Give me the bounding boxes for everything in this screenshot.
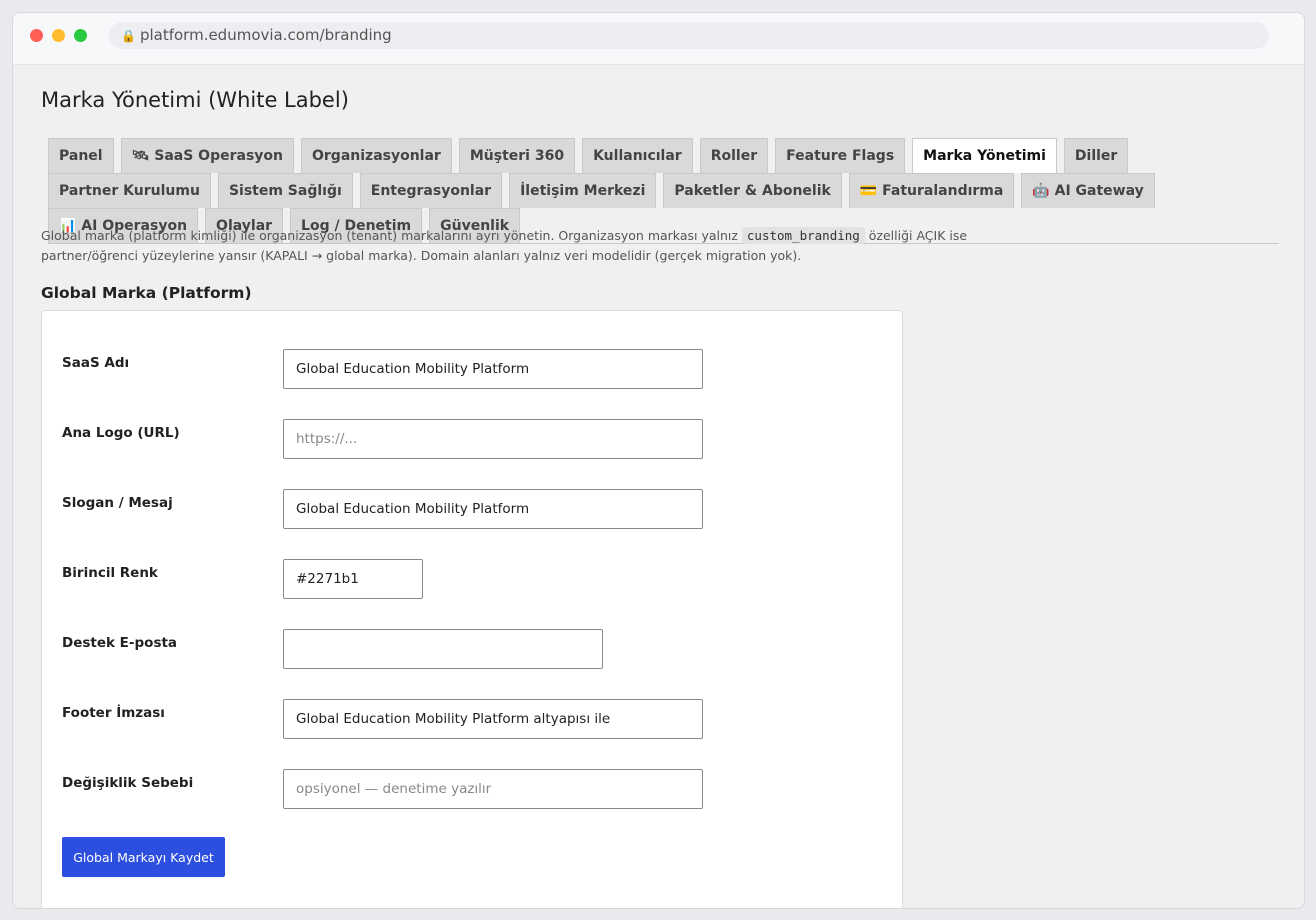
tab-müşteri-360[interactable]: Müşteri 360: [458, 138, 576, 173]
description-text-1: Global marka (platform kimliği) ile orga…: [41, 228, 742, 243]
browser-window: 🔒 platform.edumovia.com/branding Marka Yö…: [12, 12, 1305, 909]
change-reason-label: Değişiklik Sebebi: [62, 775, 194, 791]
saas-name-input[interactable]: [283, 349, 703, 389]
page-title: Marka Yönetimi (White Label): [41, 88, 349, 112]
tab-sistem-sağlığı[interactable]: Sistem Sağlığı: [217, 173, 353, 208]
close-window-button[interactable]: [30, 29, 43, 42]
form-row-primary-color: Birincil Renk: [62, 559, 882, 599]
change-reason-input[interactable]: [283, 769, 703, 809]
form-row-footer-signature: Footer İmzası: [62, 699, 882, 739]
tab-feature-flags[interactable]: Feature Flags: [775, 138, 906, 173]
logo-url-input[interactable]: [283, 419, 703, 459]
address-bar[interactable]: 🔒 platform.edumovia.com/branding: [109, 22, 1269, 49]
tab-paketler-abonelik[interactable]: Paketler & Abonelik: [663, 173, 842, 208]
footer-signature-label: Footer İmzası: [62, 705, 165, 721]
tab-marka-yönetimi[interactable]: Marka Yönetimi: [912, 138, 1057, 173]
tab-partner-kurulumu[interactable]: Partner Kurulumu: [48, 173, 211, 208]
form-row-slogan: Slogan / Mesaj: [62, 489, 882, 529]
primary-color-label: Birincil Renk: [62, 565, 158, 581]
maximize-window-button[interactable]: [74, 29, 87, 42]
minimize-window-button[interactable]: [52, 29, 65, 42]
support-email-label: Destek E-posta: [62, 635, 178, 651]
url-text: platform.edumovia.com/branding: [139, 26, 392, 44]
tab-kullanıcılar[interactable]: Kullanıcılar: [582, 138, 693, 173]
form-row-change-reason: Değişiklik Sebebi: [62, 769, 882, 809]
tab-panel[interactable]: Panel: [48, 138, 114, 173]
form-row-saas-name: SaaS Adı: [62, 349, 882, 389]
tab-roller[interactable]: Roller: [699, 138, 769, 173]
footer-signature-input[interactable]: [283, 699, 703, 739]
global-brand-form: SaaS Adı Ana Logo (URL) Slogan / Mesaj B…: [41, 310, 903, 908]
saas-name-label: SaaS Adı: [62, 355, 130, 371]
save-global-brand-button[interactable]: Global Markayı Kaydet: [62, 837, 225, 877]
primary-color-input[interactable]: [283, 559, 423, 599]
logo-url-label: Ana Logo (URL): [62, 425, 180, 441]
tab-saas-operasyon[interactable]: 🛰 SaaS Operasyon: [120, 138, 294, 173]
support-email-input[interactable]: [283, 629, 603, 669]
page-content: Marka Yönetimi (White Label) Panel 🛰 SaaS…: [15, 66, 1301, 908]
section-title: Global Marka (Platform): [41, 284, 252, 302]
slogan-input[interactable]: [283, 489, 703, 529]
tab-organizasyonlar[interactable]: Organizasyonlar: [301, 138, 452, 173]
browser-titlebar: 🔒 platform.edumovia.com/branding: [13, 13, 1304, 65]
tab-i-letişim-merkezi[interactable]: İletişim Merkezi: [509, 173, 657, 208]
tab-entegrasyonlar[interactable]: Entegrasyonlar: [359, 173, 503, 208]
tab-faturalandırma[interactable]: 💳 Faturalandırma: [848, 173, 1015, 208]
branding-description: Global marka (platform kimliği) ile orga…: [41, 226, 1011, 266]
feature-code: custom_branding: [741, 227, 865, 244]
form-row-support-email: Destek E-posta: [62, 629, 882, 669]
lock-icon: 🔒: [121, 29, 136, 43]
slogan-label: Slogan / Mesaj: [62, 495, 173, 511]
tab-diller[interactable]: Diller: [1063, 138, 1129, 173]
tab-ai-gateway[interactable]: 🤖 AI Gateway: [1021, 173, 1155, 208]
form-row-logo: Ana Logo (URL): [62, 419, 882, 459]
